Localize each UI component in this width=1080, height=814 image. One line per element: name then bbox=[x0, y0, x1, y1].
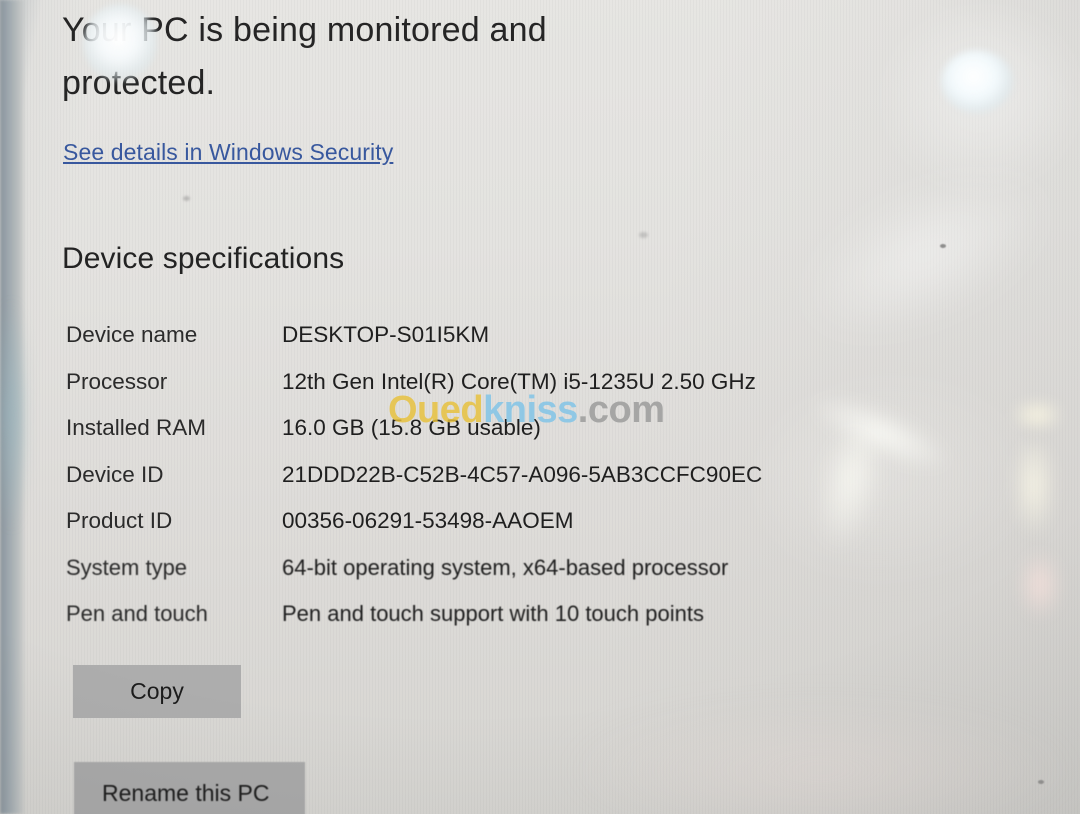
spec-label-device-id: Device ID bbox=[66, 461, 164, 487]
spec-value-system-type: 64-bit operating system, x64-based proce… bbox=[282, 554, 729, 580]
ouedkniss-watermark: Ouedkniss.com bbox=[388, 389, 665, 432]
spec-row-device-name: Device name DESKTOP-S01I5KM bbox=[66, 322, 1016, 369]
spec-label-processor: Processor bbox=[66, 368, 168, 394]
watermark-part-com: .com bbox=[577, 389, 665, 431]
laptop-screen-photo: Your PC is being monitored and protected… bbox=[0, 0, 1080, 814]
windows-security-details-link[interactable]: See details in Windows Security bbox=[63, 139, 393, 166]
spec-value-device-id: 21DDD22B-C52B-4C57-A096-5AB3CCFC90EC bbox=[282, 461, 763, 487]
device-specifications-heading: Device specifications bbox=[62, 242, 345, 275]
protection-status-headline: Your PC is being monitored and protected… bbox=[62, 11, 547, 102]
watermark-part-kniss: kniss bbox=[483, 389, 578, 431]
rename-this-pc-button[interactable]: Rename this PC bbox=[74, 762, 305, 814]
spec-label-installed-ram: Installed RAM bbox=[66, 415, 207, 440]
spec-value-device-name: DESKTOP-S01I5KM bbox=[282, 322, 490, 347]
spec-row-product-id: Product ID 00356-06291-53498-AAOEM bbox=[66, 508, 1016, 555]
spec-label-system-type: System type bbox=[66, 554, 188, 580]
spec-value-pen-and-touch: Pen and touch support with 10 touch poin… bbox=[282, 601, 704, 626]
copy-button[interactable]: Copy bbox=[73, 665, 241, 718]
spec-row-pen-and-touch: Pen and touch Pen and touch support with… bbox=[66, 601, 1016, 648]
watermark-part-oued: Oued bbox=[388, 389, 484, 431]
spec-value-product-id: 00356-06291-53498-AAOEM bbox=[282, 508, 574, 533]
spec-row-device-id: Device ID 21DDD22B-C52B-4C57-A096-5AB3CC… bbox=[66, 462, 1016, 509]
spec-label-pen-and-touch: Pen and touch bbox=[66, 601, 208, 626]
spec-label-product-id: Product ID bbox=[66, 508, 173, 533]
device-specifications-table: Device name DESKTOP-S01I5KM Processor 12… bbox=[66, 322, 1016, 648]
spec-row-system-type: System type 64-bit operating system, x64… bbox=[66, 555, 1016, 602]
spec-label-device-name: Device name bbox=[66, 322, 198, 347]
